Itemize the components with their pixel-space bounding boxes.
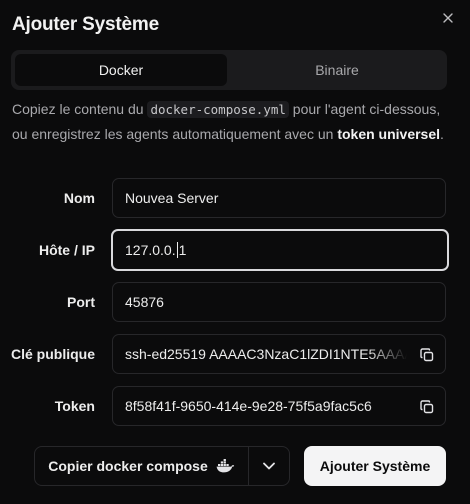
public-key-label: Clé publique — [11, 346, 95, 362]
add-system-submit-button[interactable]: Ajouter Système — [304, 446, 446, 486]
tab-binaire[interactable]: Binaire — [231, 54, 443, 86]
public-key-value: ssh-ed25519 AAAAC3NzaC1lZDI1NTE5AAAAI — [125, 346, 407, 362]
copy-options-dropdown-button[interactable] — [249, 447, 289, 485]
text-caret — [176, 242, 178, 258]
port-row: Port 45876 — [0, 282, 470, 322]
instructions-part-1: Copiez le contenu du — [12, 101, 148, 117]
token-value: 8f58f41f-9650-414e-9e28-75f5a9fac5c6 — [125, 398, 407, 414]
name-row: Nom Nouvea Server — [0, 178, 470, 218]
universal-token-text: token universel — [337, 126, 441, 142]
host-value-end: 1 — [178, 242, 187, 258]
host-label: Hôte / IP — [38, 242, 95, 258]
public-key-row: Clé publique ssh-ed25519 AAAAC3NzaC1lZDI… — [0, 334, 470, 374]
host-value-start: 127.0.0. — [125, 242, 176, 258]
token-row: Token 8f58f41f-9650-414e-9e28-75f5a9fac5… — [0, 386, 470, 426]
port-field[interactable]: 45876 — [112, 282, 446, 322]
install-method-tabs: Docker Binaire — [11, 50, 447, 90]
name-field[interactable]: Nouvea Server — [112, 178, 446, 218]
instructions-text: Copiez le contenu du docker-compose.yml … — [12, 97, 452, 147]
copy-icon — [420, 348, 434, 362]
host-value: 127.0.0. 1 — [125, 242, 186, 258]
token-label: Token — [54, 398, 95, 414]
port-value: 45876 — [125, 294, 164, 310]
copy-docker-compose-label: Copier docker compose — [48, 458, 208, 474]
copy-icon — [420, 400, 434, 414]
docker-icon — [216, 459, 234, 473]
public-key-field[interactable]: ssh-ed25519 AAAAC3NzaC1lZDI1NTE5AAAAI — [112, 334, 446, 374]
chevron-down-icon — [263, 462, 275, 470]
instructions-part-3: . — [440, 126, 444, 142]
host-row: Hôte / IP 127.0.0. 1 — [0, 229, 470, 271]
copy-compose-split-button: Copier docker compose — [34, 446, 290, 486]
name-value: Nouvea Server — [125, 190, 219, 206]
port-label: Port — [67, 294, 95, 310]
name-label: Nom — [63, 190, 95, 206]
token-field[interactable]: 8f58f41f-9650-414e-9e28-75f5a9fac5c6 — [112, 386, 446, 426]
close-button[interactable] — [440, 10, 456, 26]
copy-token-button[interactable] — [417, 397, 437, 417]
tab-docker[interactable]: Docker — [15, 54, 227, 86]
compose-filename: docker-compose.yml — [147, 101, 289, 118]
host-field[interactable]: 127.0.0. 1 — [111, 229, 449, 271]
dialog-title: Ajouter Système — [12, 14, 159, 35]
add-system-dialog: Ajouter Système Docker Binaire Copiez le… — [0, 0, 470, 504]
copy-docker-compose-button[interactable]: Copier docker compose — [35, 447, 249, 485]
copy-public-key-button[interactable] — [417, 345, 437, 365]
close-icon — [443, 13, 453, 23]
